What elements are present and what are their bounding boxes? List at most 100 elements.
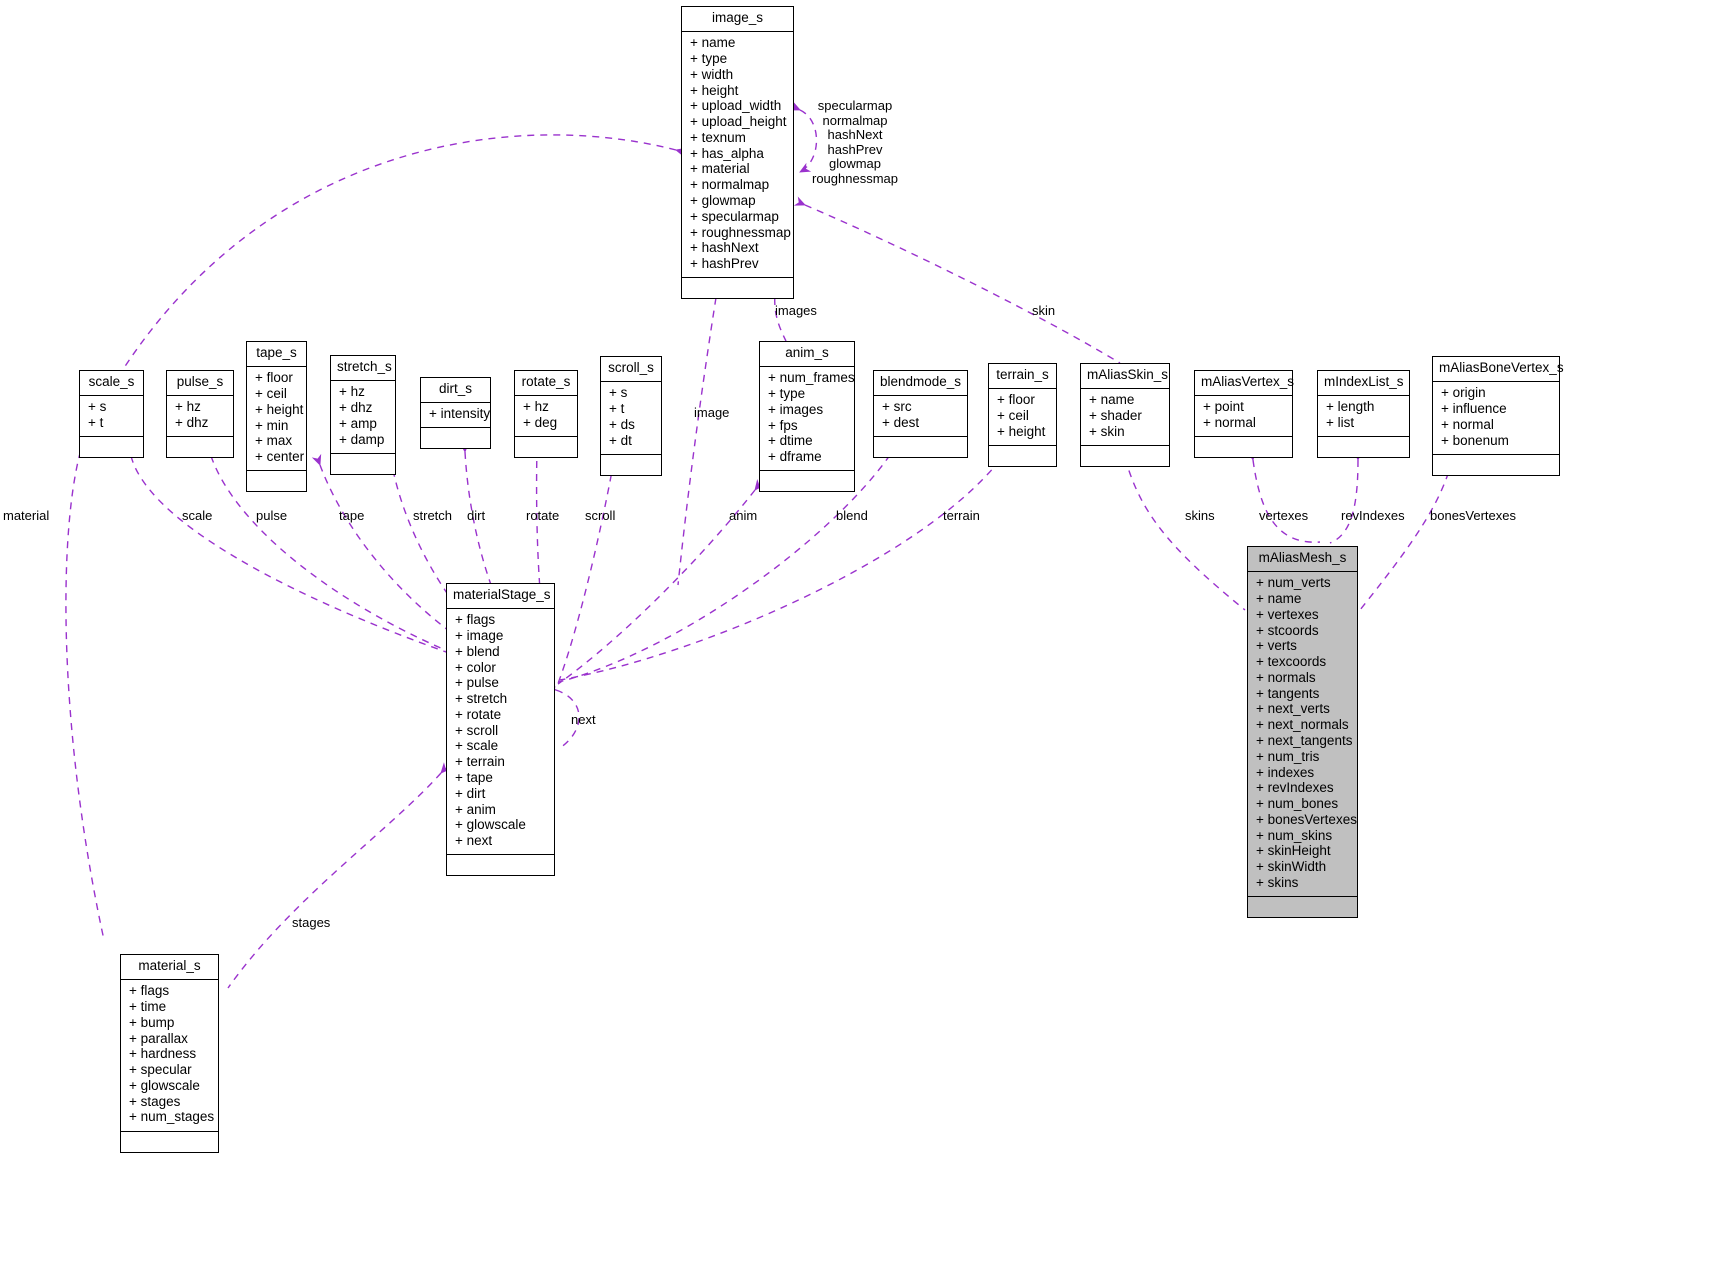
class-attribute: + anim <box>455 801 496 817</box>
edge-label-line: vertexes <box>1259 508 1309 523</box>
edge-label-next: next <box>571 712 596 728</box>
class-box-materialStage_s[interactable]: materialStage_s + flags + image + blend + co… <box>446 583 555 877</box>
class-box-mIndexList_s[interactable]: mIndexList_s + length + list <box>1317 370 1410 459</box>
class-title: material_s <box>121 955 218 980</box>
class-attributes: + num_frames + type + images + fps + dtime + … <box>760 367 855 472</box>
class-attribute: + num_tris <box>1256 748 1320 764</box>
edge-label-line: glowmap <box>828 156 882 171</box>
class-attribute: + dest <box>882 414 920 430</box>
class-title: mAliasSkin_s <box>1081 364 1169 389</box>
class-attribute: + t <box>609 400 625 416</box>
edge-label-vertexes: vertexes <box>1259 508 1309 524</box>
class-box-terrain_s[interactable]: terrain_s + floor + ceil + height <box>988 363 1057 467</box>
edge-label-pulse: pulse <box>256 508 288 524</box>
edge-label-line: pulse <box>256 508 288 523</box>
class-attribute: + color <box>455 659 496 675</box>
class-attribute: + images <box>768 401 824 417</box>
edge-material <box>65 134 687 941</box>
class-title: dirt_s <box>421 378 490 403</box>
class-box-material_s[interactable]: material_s + flags + time + bump + parallax +… <box>120 954 219 1153</box>
class-attribute: + hashPrev <box>690 256 759 272</box>
class-attribute: + bump <box>129 1014 175 1030</box>
edge-label-line: blend <box>836 508 868 523</box>
class-box-blendmode_s[interactable]: blendmode_s + src + dest <box>873 370 968 459</box>
class-box-mAliasSkin_s[interactable]: mAliasSkin_s + name + shader + skin <box>1080 363 1170 467</box>
edge-terrain <box>559 449 1011 681</box>
class-attribute: + next_tangents <box>1256 733 1353 748</box>
class-attributes: + num_verts + name + vertexes + stcoords + v… <box>1248 572 1357 898</box>
class-attributes: + flags + image + blend + color + pulse + str… <box>447 609 554 856</box>
class-attribute: + num_bones <box>1256 796 1339 812</box>
edge-label-line: stages <box>292 915 331 930</box>
class-attribute: + dframe <box>768 449 822 465</box>
edge-label-line: material <box>3 508 50 523</box>
class-attributes: + intensity <box>421 403 490 429</box>
class-attribute: + fps <box>768 417 798 433</box>
edge-label-line: rotate <box>526 508 560 523</box>
class-attributes: + hz + deg <box>515 396 577 438</box>
class-title: pulse_s <box>167 371 233 396</box>
class-attribute: + width <box>690 66 734 82</box>
class-box-stretch_s[interactable]: stretch_s + hz + dhz + amp + damp <box>330 355 396 475</box>
class-attribute: + scroll <box>455 722 499 738</box>
class-operations <box>331 454 395 474</box>
edge-label-skins: skins <box>1185 508 1215 524</box>
edge-label-line: hashPrev <box>827 141 883 157</box>
edge-label-line: scale <box>182 508 213 523</box>
class-attribute: + image <box>455 627 504 643</box>
class-box-rotate_s[interactable]: rotate_s + hz + deg <box>514 370 578 459</box>
edge-label-line: dirt <box>467 508 486 523</box>
edge-label-line: scroll <box>585 508 616 523</box>
class-attribute: + normal <box>1441 416 1494 432</box>
class-attribute: + name <box>1256 590 1302 606</box>
class-box-scale_s[interactable]: scale_s + s + t <box>79 370 144 459</box>
edge-label-line: next <box>571 712 596 727</box>
class-attributes: + src + dest <box>874 396 967 438</box>
class-operations <box>874 437 967 457</box>
class-box-anim_s[interactable]: anim_s + num_frames + type + images + fps + d… <box>759 341 855 493</box>
class-attribute: + hz <box>523 399 549 415</box>
class-attribute: + normalmap <box>690 177 770 193</box>
edge-label-line: roughnessmap <box>812 170 898 186</box>
class-attribute: + ds <box>609 416 635 432</box>
diagram-canvas: image_s + name + type + width + height + uplo… <box>0 0 1734 1269</box>
class-attribute: + skins <box>1256 875 1299 891</box>
class-attribute: + bonenum <box>1441 432 1509 448</box>
class-attribute: + flags <box>129 983 170 999</box>
class-box-mAliasVertex_s[interactable]: mAliasVertex_s + point + normal <box>1194 370 1294 459</box>
class-operations <box>1248 897 1357 917</box>
class-attribute: + hardness <box>129 1046 197 1062</box>
class-attribute: + height <box>997 423 1046 439</box>
edge-label-anim: anim <box>729 508 758 524</box>
class-operations <box>760 471 854 491</box>
class-box-scroll_s[interactable]: scroll_s + s + t + ds + dt <box>600 356 662 476</box>
class-box-mAliasMesh_s[interactable]: mAliasMesh_s + num_verts + name + vertexes +… <box>1247 546 1358 919</box>
class-attribute: + material <box>690 161 750 177</box>
class-box-image_s[interactable]: image_s + name + type + width + height + uplo… <box>681 6 794 300</box>
class-title: scale_s <box>80 371 143 396</box>
class-attributes: + floor + ceil + height + min + max + center <box>247 367 306 472</box>
class-box-pulse_s[interactable]: pulse_s + hz + dhz <box>166 370 234 459</box>
class-attribute: + terrain <box>455 754 505 770</box>
class-attributes: + floor + ceil + height <box>989 389 1056 446</box>
class-attribute: + upload_height <box>690 114 787 130</box>
edge-label-line: anim <box>729 508 758 523</box>
class-box-dirt_s[interactable]: dirt_s + intensity <box>420 377 491 450</box>
class-attribute: + length <box>1326 399 1375 415</box>
edge-label-terrain: terrain <box>943 508 980 524</box>
class-attribute: + num_frames <box>768 370 855 386</box>
class-title: materialStage_s <box>447 584 554 609</box>
class-attribute: + ceil <box>997 407 1029 423</box>
class-attribute: + next <box>455 833 493 849</box>
class-box-tape_s[interactable]: tape_s + floor + ceil + height + min + max + c… <box>246 341 307 493</box>
class-attribute: + t <box>88 414 104 430</box>
class-attribute: + next_verts <box>1256 701 1330 717</box>
edges-layer <box>65 101 1460 989</box>
class-attribute: + type <box>768 385 806 401</box>
class-box-mAliasBoneVertex_s[interactable]: mAliasBoneVertex_s + origin + influence + n… <box>1432 356 1564 476</box>
class-attribute: + verts <box>1256 638 1297 654</box>
class-attribute: + num_verts <box>1256 575 1331 591</box>
edge-revIndexes <box>1329 449 1364 544</box>
class-title: rotate_s <box>515 371 577 396</box>
class-operations <box>421 428 490 448</box>
